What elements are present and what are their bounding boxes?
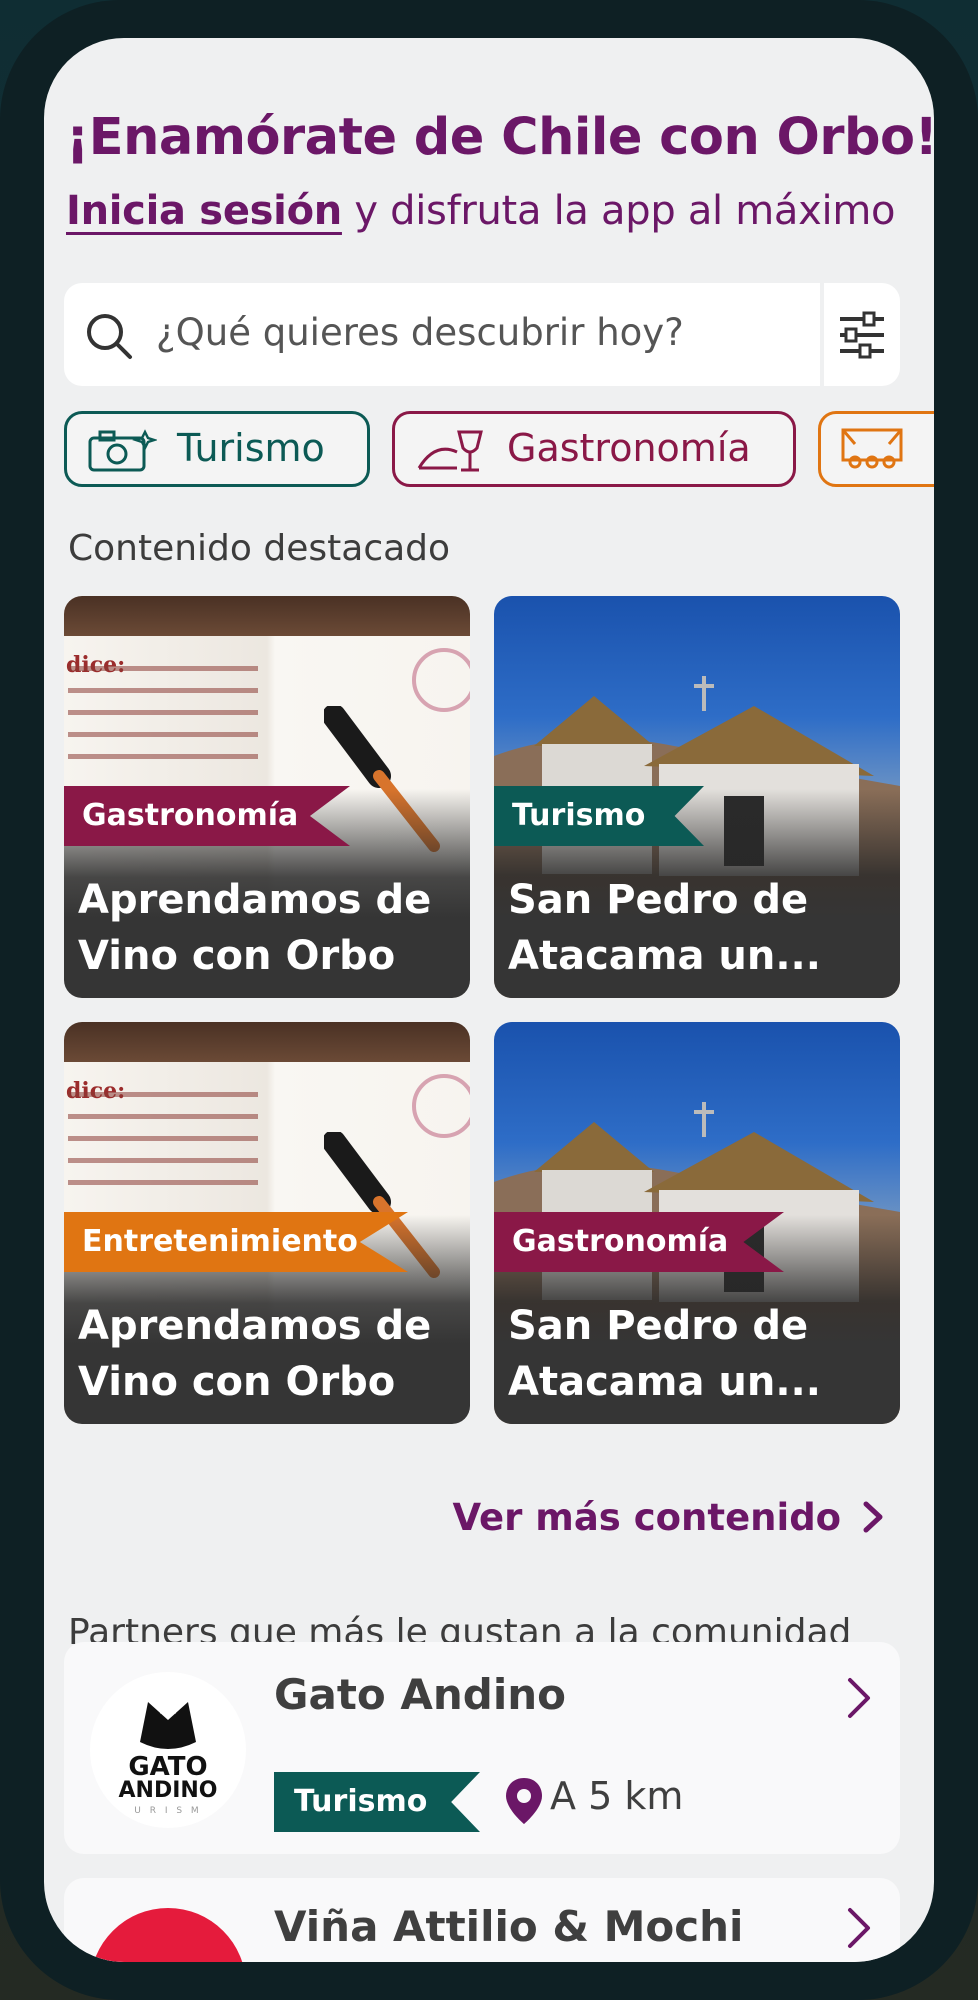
more-content-label: Ver más contenido <box>452 1496 842 1539</box>
chevron-right-icon[interactable] <box>844 1676 874 1720</box>
card-title-line: Vino con Orbo <box>78 1359 396 1405</box>
chip-entretenimiento[interactable] <box>818 411 934 487</box>
location-pin-icon <box>506 1778 542 1824</box>
card-title-line: Atacama un... <box>508 1359 821 1405</box>
chevron-right-icon[interactable] <box>844 1906 874 1950</box>
app-screen: ¡Enamórate de Chile con Orbo! Inicia ses… <box>44 38 934 1962</box>
card-title: San Pedro de Atacama un... <box>508 1298 888 1410</box>
card-tag: Gastronomía <box>64 786 350 846</box>
phone-frame: ¡Enamórate de Chile con Orbo! Inicia ses… <box>0 0 978 2000</box>
camera-icon <box>88 429 157 472</box>
chip-turismo[interactable]: Turismo <box>64 411 370 487</box>
search-bar[interactable]: ¿Qué quieres descubrir hoy? <box>64 283 900 386</box>
partner-logo <box>90 1908 246 1962</box>
featured-card[interactable]: Turismo San Pedro de Atacama un... <box>494 596 900 998</box>
search-icon <box>87 314 132 359</box>
featured-title: Contenido destacado <box>68 528 451 569</box>
search-input[interactable]: ¿Qué quieres descubrir hoy? <box>156 311 684 354</box>
chip-gastronomia[interactable]: Gastronomía <box>392 411 796 487</box>
card-tag: Entretenimiento <box>64 1212 408 1272</box>
card-title-line: Atacama un... <box>508 933 821 979</box>
partner-logo: GATO ANDINO U R I S M <box>90 1672 246 1828</box>
theater-seats-icon <box>841 428 903 469</box>
card-title: Aprendamos de Vino con Orbo <box>78 872 458 984</box>
cat-logo-icon <box>140 1702 196 1749</box>
card-title-line: San Pedro de <box>508 1303 809 1349</box>
login-suffix: y disfruta la app al máximo <box>341 188 896 234</box>
featured-card[interactable]: dice: Gastronomía Aprendamos de Vino con… <box>64 596 470 998</box>
card-title-line: Vino con Orbo <box>78 933 396 979</box>
card-title-line: San Pedro de <box>508 877 809 923</box>
partner-tag: Turismo <box>274 1772 480 1832</box>
card-title: Aprendamos de Vino con Orbo <box>78 1298 458 1410</box>
headline: ¡Enamórate de Chile con Orbo! <box>66 108 934 167</box>
card-title-line: Aprendamos de <box>78 877 432 923</box>
more-content-link[interactable]: Ver más contenido <box>452 1496 886 1539</box>
partner-distance: A 5 km <box>550 1774 684 1818</box>
chip-gastronomia-label: Gastronomía <box>507 426 751 470</box>
partner-name: Gato Andino <box>274 1670 566 1719</box>
chip-turismo-label: Turismo <box>177 426 325 470</box>
logo-text-andino: ANDINO <box>118 1778 218 1803</box>
logo-text-turismo: U R I S M <box>134 1806 202 1816</box>
card-title-line: Aprendamos de <box>78 1303 432 1349</box>
dish-wine-icon <box>417 430 483 472</box>
featured-card[interactable]: dice: Entretenimiento Aprendamos de Vino… <box>64 1022 470 1424</box>
category-chips: Turismo Gastronomía <box>64 411 934 497</box>
search-divider <box>820 283 824 386</box>
partner-card[interactable]: Viña Attilio & Mochi <box>64 1878 900 1962</box>
card-tag: Turismo <box>494 786 704 846</box>
card-title: San Pedro de Atacama un... <box>508 872 888 984</box>
login-link[interactable]: Inicia sesión <box>66 188 342 234</box>
partner-card[interactable]: GATO ANDINO U R I S M Gato Andino Turism… <box>64 1642 900 1854</box>
login-prompt: Inicia sesión y disfruta la app al máxim… <box>66 188 895 234</box>
featured-card[interactable]: Gastronomía San Pedro de Atacama un... <box>494 1022 900 1424</box>
sliders-icon[interactable] <box>834 307 890 363</box>
partner-name: Viña Attilio & Mochi <box>274 1902 744 1951</box>
card-tag: Gastronomía <box>494 1212 784 1272</box>
chevron-right-icon <box>863 1501 883 1533</box>
